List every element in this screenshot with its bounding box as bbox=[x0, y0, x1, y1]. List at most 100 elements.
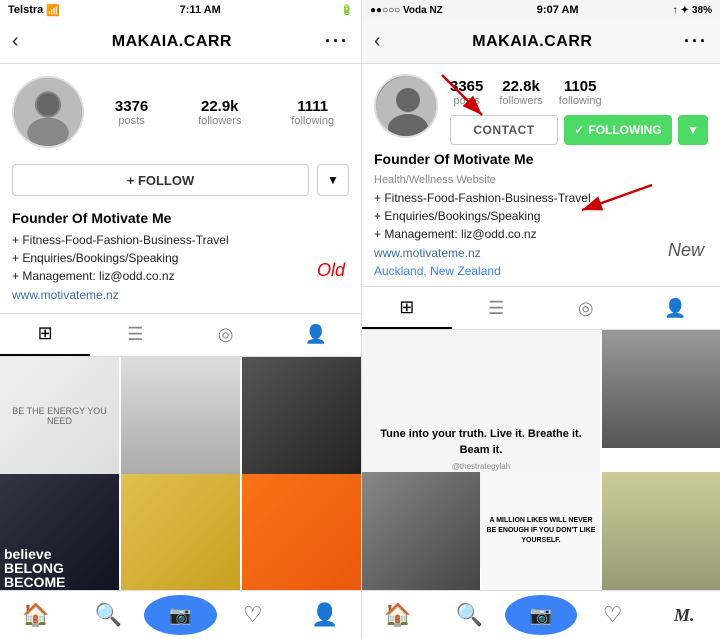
right-following-label: following bbox=[559, 95, 602, 107]
bottom-profile[interactable]: 👤 bbox=[289, 591, 361, 639]
right-cell-person2[interactable] bbox=[362, 472, 480, 590]
right-bottom-profile-m[interactable]: M. bbox=[648, 591, 720, 639]
right-stats-col: 3365 posts 22.8k followers 1105 followin… bbox=[450, 74, 708, 145]
grid-cell-2[interactable] bbox=[121, 357, 240, 476]
grid-cell-5[interactable] bbox=[121, 474, 240, 590]
right-following-stat[interactable]: 1105 following bbox=[559, 78, 602, 107]
back-icon[interactable]: ‹ bbox=[12, 30, 19, 53]
left-username: MAKAIA.CARR bbox=[112, 33, 232, 51]
left-stats-row: 3376 posts 22.9k followers 1111 followin… bbox=[100, 98, 349, 127]
right-carrier: ●●○○○ Voda NZ bbox=[370, 5, 443, 16]
left-photo-grid: BE THE ENERGY YOU NEED believeBELONGBECO… bbox=[0, 357, 361, 591]
left-tabs: ⊞ ☰ ◎ 👤 bbox=[0, 313, 361, 357]
right-followers-label: followers bbox=[499, 95, 542, 107]
left-avatar[interactable] bbox=[12, 76, 84, 148]
grid-cell-1[interactable]: BE THE ENERGY YOU NEED bbox=[0, 357, 119, 476]
left-following-stat[interactable]: 1111 following bbox=[291, 98, 334, 127]
bottom-camera[interactable]: 📷 bbox=[144, 595, 216, 635]
left-followers-stat[interactable]: 22.9k followers bbox=[198, 98, 241, 127]
right-more-icon[interactable]: ··· bbox=[684, 31, 708, 52]
right-cell-quote2[interactable]: A MILLION LIKES WILL NEVER BE ENOUGH IF … bbox=[482, 472, 600, 590]
right-carrier-text: ●●○○○ Voda NZ bbox=[370, 5, 443, 16]
grid-cell-6[interactable] bbox=[242, 474, 361, 590]
old-annotation: Old bbox=[317, 260, 345, 281]
right-time: 9:07 AM bbox=[537, 4, 579, 16]
right-posts-value: 3365 bbox=[450, 78, 483, 95]
left-following-label: following bbox=[291, 115, 334, 127]
left-posts-value: 3376 bbox=[115, 98, 148, 115]
right-panel: ●●○○○ Voda NZ 9:07 AM ↑ ✦ 38% ‹ MAKAIA.C… bbox=[362, 0, 720, 639]
right-avatar[interactable] bbox=[374, 74, 438, 138]
right-posts-label: posts bbox=[454, 95, 480, 107]
carrier-text: Telstra bbox=[8, 4, 43, 16]
tab-list[interactable]: ☰ bbox=[90, 314, 180, 356]
right-following-value: 1105 bbox=[564, 78, 597, 95]
right-bottom-heart[interactable]: ♡ bbox=[577, 591, 649, 639]
right-tab-location[interactable]: ◎ bbox=[541, 287, 631, 329]
right-battery: ↑ ✦ 38% bbox=[673, 5, 712, 16]
following-button[interactable]: ✓ FOLLOWING bbox=[564, 115, 672, 145]
right-bottom-search[interactable]: 🔍 bbox=[434, 591, 506, 639]
right-followers-stat[interactable]: 22.8k followers bbox=[499, 78, 542, 107]
right-tab-list[interactable]: ☰ bbox=[452, 287, 542, 329]
right-bio-link[interactable]: www.motivateme.nz bbox=[374, 246, 481, 260]
tab-grid[interactable]: ⊞ bbox=[0, 314, 90, 356]
right-bio-subtext: Health/Wellness Website bbox=[374, 172, 708, 189]
left-status-bar: Telstra 📶 7:11 AM 🔋 bbox=[0, 0, 361, 20]
right-bio-line1: + Fitness-Food-Fashion-Business-Travel bbox=[374, 189, 708, 207]
right-bio: Founder Of Motivate Me Health/Wellness W… bbox=[362, 145, 720, 286]
left-following-value: 1111 bbox=[297, 98, 328, 115]
follow-dropdown-button[interactable]: ▼ bbox=[317, 164, 349, 196]
left-followers-value: 22.9k bbox=[201, 98, 239, 115]
right-back-icon[interactable]: ‹ bbox=[374, 30, 381, 53]
bottom-home[interactable]: 🏠 bbox=[0, 591, 72, 639]
right-bottom-bar: 🏠 🔍 📷 ♡ M. bbox=[362, 590, 720, 639]
right-tabs: ⊞ ☰ ◎ 👤 bbox=[362, 286, 720, 330]
right-tab-tagged[interactable]: 👤 bbox=[631, 287, 720, 329]
left-followers-label: followers bbox=[198, 115, 241, 127]
left-nav-bar: ‹ MAKAIA.CARR ··· bbox=[0, 20, 361, 64]
right-status-bar: ●●○○○ Voda NZ 9:07 AM ↑ ✦ 38% bbox=[362, 0, 720, 20]
contact-button[interactable]: CONTACT bbox=[450, 115, 558, 145]
left-profile-top: 3376 posts 22.9k followers 1111 followin… bbox=[12, 76, 349, 148]
following-dropdown-button[interactable]: ▼ bbox=[678, 115, 708, 145]
bottom-heart[interactable]: ♡ bbox=[217, 591, 289, 639]
right-bio-line2: + Enquiries/Bookings/Speaking bbox=[374, 207, 708, 225]
right-bio-name: Founder Of Motivate Me bbox=[374, 149, 708, 170]
new-annotation: New bbox=[668, 240, 704, 261]
left-bio-line2: + Enquiries/Bookings/Speaking bbox=[12, 249, 349, 267]
grid-cell-3[interactable] bbox=[242, 357, 361, 476]
battery-text: 38% bbox=[692, 5, 712, 16]
follow-button[interactable]: + FOLLOW bbox=[12, 164, 309, 196]
left-bio-line3: + Management: liz@odd.co.nz bbox=[12, 267, 349, 285]
right-username: MAKAIA.CARR bbox=[472, 33, 592, 51]
right-cell-person3[interactable] bbox=[602, 472, 720, 590]
m-icon: M. bbox=[674, 605, 695, 626]
left-carrier: Telstra 📶 bbox=[8, 4, 60, 17]
left-time: 7:11 AM bbox=[180, 4, 221, 16]
bottom-search[interactable]: 🔍 bbox=[72, 591, 144, 639]
right-posts-stat[interactable]: 3365 posts bbox=[450, 78, 483, 107]
right-followers-value: 22.8k bbox=[502, 78, 540, 95]
left-bio-name: Founder Of Motivate Me bbox=[12, 208, 349, 229]
right-profile-top: 3365 posts 22.8k followers 1105 followin… bbox=[362, 64, 720, 145]
left-follow-btn-row: + FOLLOW ▼ bbox=[12, 164, 349, 196]
right-bottom-camera[interactable]: 📷 bbox=[505, 595, 577, 635]
left-posts-label: posts bbox=[118, 115, 144, 127]
tab-tagged[interactable]: 👤 bbox=[271, 314, 361, 356]
tab-location[interactable]: ◎ bbox=[181, 314, 271, 356]
right-bottom-home[interactable]: 🏠 bbox=[362, 591, 434, 639]
right-tab-grid[interactable]: ⊞ bbox=[362, 287, 452, 329]
left-panel: Telstra 📶 7:11 AM 🔋 ‹ MAKAIA.CARR ··· bbox=[0, 0, 362, 639]
quote1-text: Tune into your truth. Live it. Breathe i… bbox=[370, 427, 592, 458]
left-posts-stat[interactable]: 3376 posts bbox=[115, 98, 148, 127]
left-bio-line1: + Fitness-Food-Fashion-Business-Travel bbox=[12, 231, 349, 249]
battery-icon: 🔋 bbox=[341, 5, 353, 16]
grid-cell-4[interactable]: believeBELONGBECOME bbox=[0, 474, 119, 590]
right-bio-location: Auckland, New Zealand bbox=[374, 262, 708, 280]
right-action-btn-row: CONTACT ✓ FOLLOWING ▼ bbox=[450, 115, 708, 145]
more-icon[interactable]: ··· bbox=[325, 31, 349, 52]
left-bio-link[interactable]: www.motivateme.nz bbox=[12, 288, 119, 302]
left-battery: 🔋 bbox=[341, 5, 353, 16]
right-cell-person1[interactable] bbox=[602, 330, 720, 448]
